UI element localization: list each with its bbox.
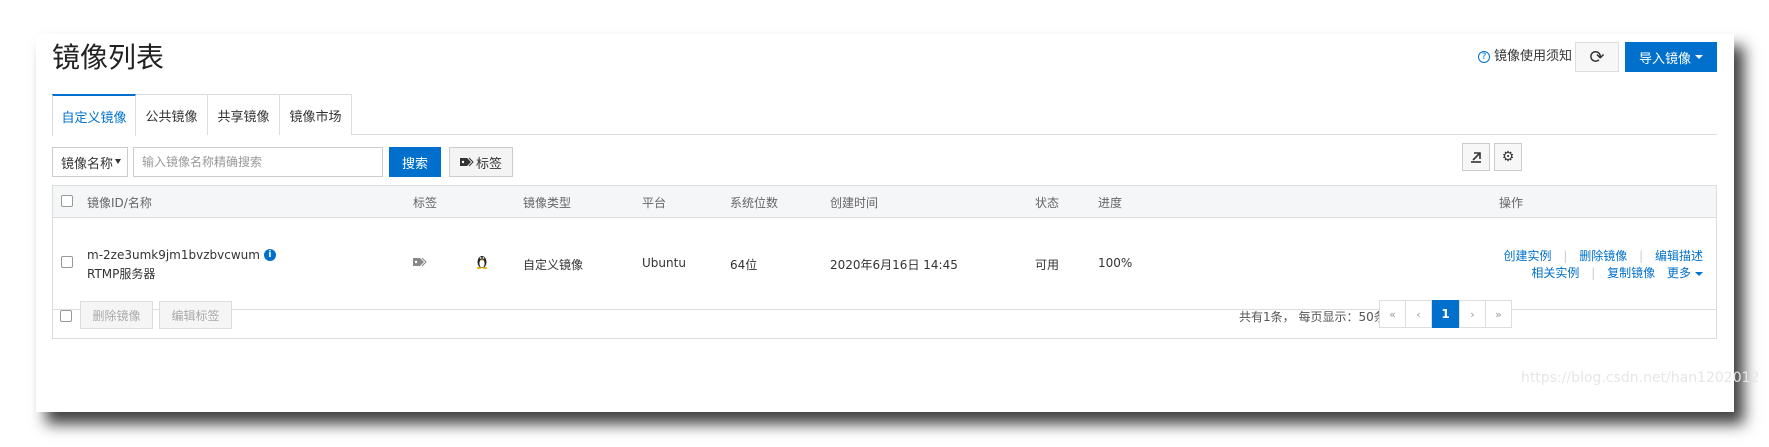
- table-header: 镜像ID/名称 标签 镜像类型 平台 系统位数 创建时间 状态 进度 操作: [53, 186, 1716, 218]
- delete-image-link[interactable]: 删除镜像: [1579, 249, 1627, 263]
- linux-penguin-icon: [476, 256, 488, 269]
- related-instances-link[interactable]: 相关实例: [1531, 266, 1579, 280]
- settings-button[interactable]: ⚙: [1494, 143, 1522, 171]
- col-image-type: 镜像类型: [523, 196, 572, 210]
- batch-edit-tags-button[interactable]: 编辑标签: [159, 301, 232, 329]
- refresh-button[interactable]: ⟳: [1575, 42, 1619, 72]
- actions-line-2: 相关实例 | 复制镜像 更多: [1531, 264, 1703, 281]
- tag-icon[interactable]: [413, 257, 427, 267]
- copy-image-link[interactable]: 复制镜像: [1607, 266, 1655, 280]
- image-name: RTMP服务器: [87, 267, 156, 281]
- page-current-button[interactable]: 1: [1432, 300, 1459, 328]
- edit-description-link[interactable]: 编辑描述: [1655, 249, 1703, 263]
- pagination-summary: 共有1条， 每页显示：50条: [1239, 310, 1386, 324]
- col-status: 状态: [1035, 196, 1060, 210]
- system-bits: 64位: [730, 258, 758, 272]
- col-id-name: 镜像ID/名称: [87, 196, 152, 210]
- col-bits: 系统位数: [730, 196, 779, 210]
- status: 可用: [1035, 258, 1060, 272]
- image-type: 自定义镜像: [523, 258, 584, 272]
- col-actions: 操作: [1499, 196, 1524, 210]
- search-field-value: 镜像名称: [61, 156, 114, 172]
- col-created-time: 创建时间: [830, 196, 879, 210]
- image-usage-notice-link[interactable]: ? 镜像使用须知: [1478, 48, 1572, 66]
- import-image-button[interactable]: 导入镜像: [1625, 42, 1717, 72]
- triangle-down-icon: [115, 159, 121, 164]
- import-label: 导入镜像: [1638, 51, 1691, 67]
- image-list-panel: 镜像列表 ? 镜像使用须知 ⟳ 导入镜像 自定义镜像 公共镜像 共享镜像 镜像市…: [36, 34, 1734, 412]
- col-progress: 进度: [1098, 196, 1123, 210]
- refresh-icon: ⟳: [1589, 46, 1605, 68]
- actions-line-1: 创建实例 | 删除镜像 | 编辑描述: [1503, 249, 1703, 263]
- more-label: 更多: [1666, 266, 1691, 280]
- footer-select-all-checkbox[interactable]: [60, 310, 72, 322]
- platform: Ubuntu: [642, 256, 686, 270]
- info-icon[interactable]: i: [263, 249, 276, 261]
- page-first-button[interactable]: «: [1379, 300, 1406, 328]
- create-instance-link[interactable]: 创建实例: [1504, 249, 1552, 263]
- table-row: m-2ze3umk9jm1bvzbvcwum i RTMP服务器 自定义镜像 Ub…: [53, 218, 1716, 310]
- tag-icon: [459, 157, 474, 167]
- search-field-select[interactable]: 镜像名称: [52, 147, 128, 177]
- tag-filter-label: 标签: [475, 156, 502, 172]
- page-next-button[interactable]: ›: [1459, 300, 1486, 328]
- created-time: 2020年6月16日 14:45: [830, 258, 958, 272]
- question-circle-icon: ?: [1478, 51, 1490, 63]
- batch-delete-button[interactable]: 删除镜像: [80, 301, 153, 329]
- tab-image-market[interactable]: 镜像市场: [279, 94, 352, 135]
- notice-label: 镜像使用须知: [1494, 49, 1573, 64]
- watermark-text: https://blog.csdn.net/han1202012: [1521, 370, 1760, 386]
- col-tags: 标签: [413, 196, 438, 210]
- search-input[interactable]: [133, 147, 383, 177]
- search-button[interactable]: 搜索: [389, 147, 441, 177]
- row-checkbox[interactable]: [61, 256, 73, 268]
- progress: 100%: [1098, 256, 1133, 270]
- page-title: 镜像列表: [52, 41, 165, 74]
- tab-custom-images[interactable]: 自定义镜像: [52, 94, 136, 136]
- tab-shared-images[interactable]: 共享镜像: [207, 94, 280, 135]
- page-last-button[interactable]: »: [1485, 300, 1512, 328]
- select-all-checkbox[interactable]: [61, 195, 73, 207]
- tag-filter-button[interactable]: 标签: [449, 147, 513, 177]
- more-dropdown[interactable]: 更多: [1667, 266, 1703, 280]
- image-id: m-2ze3umk9jm1bvzbvcwum: [87, 248, 260, 262]
- col-platform: 平台: [642, 196, 667, 210]
- tab-public-images[interactable]: 公共镜像: [135, 94, 208, 135]
- caret-down-icon: [1695, 271, 1703, 276]
- gear-icon: ⚙: [1501, 149, 1515, 165]
- caret-down-icon: [1695, 55, 1703, 59]
- page-prev-button[interactable]: ‹: [1405, 300, 1432, 328]
- export-button[interactable]: [1462, 143, 1490, 171]
- export-icon: [1471, 152, 1481, 163]
